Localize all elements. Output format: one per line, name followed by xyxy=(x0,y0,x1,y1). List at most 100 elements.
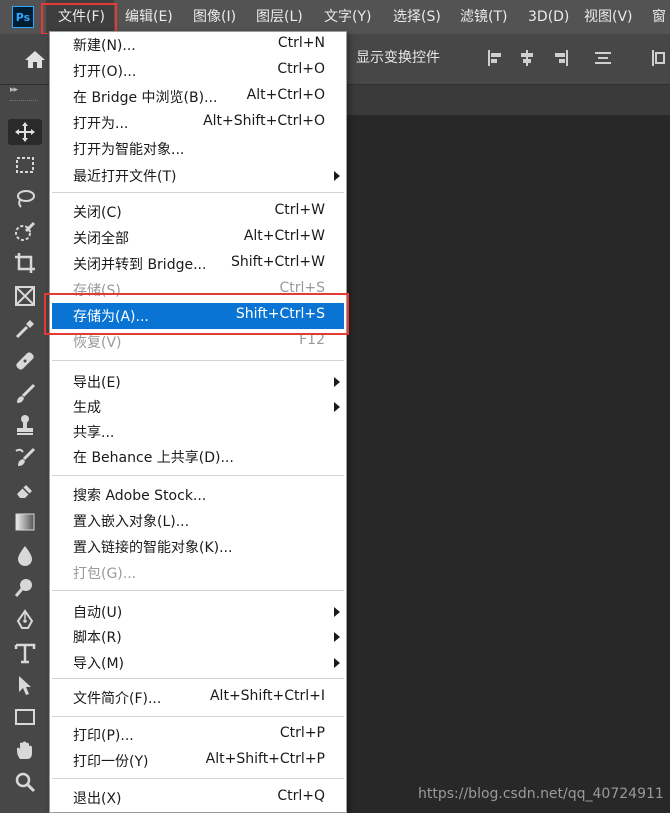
menu-item-export[interactable]: 导出(E) xyxy=(50,369,346,395)
menu-item-label: 打印一份(Y) xyxy=(73,754,149,770)
menu-item-share-on-behance[interactable]: 在 Behance 上共享(D)... xyxy=(50,444,346,470)
menu-filter[interactable]: 滤镜(T) xyxy=(460,0,507,34)
clone-stamp-tool-icon[interactable] xyxy=(12,412,38,438)
move-tool-icon[interactable] xyxy=(8,119,42,145)
menu-item-share[interactable]: 共享... xyxy=(50,419,346,445)
frame-tool-icon[interactable] xyxy=(12,283,38,309)
collapse-panel-icon[interactable]: ▸▸ xyxy=(10,85,18,95)
menu-item-search-adobe-stock[interactable]: 搜索 Adobe Stock... xyxy=(50,482,346,508)
menu-item-shortcut: Ctrl+P xyxy=(279,725,325,741)
menu-item-close-and-go-to-bridge[interactable]: 关闭并转到 Bridge... Shift+Ctrl+W xyxy=(50,251,346,277)
menu-item-label: 置入嵌入对象(L)... xyxy=(73,514,190,530)
menu-type[interactable]: 文字(Y) xyxy=(324,0,371,34)
menu-item-shortcut: Shift+Ctrl+W xyxy=(230,254,325,270)
menu-item-shortcut: Alt+Shift+Ctrl+O xyxy=(203,113,325,129)
submenu-arrow-icon xyxy=(334,402,340,412)
menu-item-label: 打印(P)... xyxy=(73,728,134,744)
menu-image[interactable]: 图像(I) xyxy=(193,0,236,34)
submenu-arrow-icon xyxy=(334,607,340,617)
menu-item-open-as-smart-object[interactable]: 打开为智能对象... xyxy=(50,136,346,162)
blur-tool-icon[interactable] xyxy=(12,542,38,568)
menu-item-label: 关闭并转到 Bridge... xyxy=(73,257,207,273)
menu-item-shortcut: Alt+Ctrl+O xyxy=(246,87,325,103)
submenu-arrow-icon xyxy=(334,377,340,387)
menu-item-label: 在 Bridge 中浏览(B)... xyxy=(73,90,218,106)
photoshop-logo: Ps xyxy=(12,6,34,28)
rectangle-tool-icon[interactable] xyxy=(12,704,38,730)
brush-tool-icon[interactable] xyxy=(12,381,38,407)
menu-separator xyxy=(52,192,344,193)
menu-item-label: 打开(O)... xyxy=(73,64,137,80)
menu-window[interactable]: 窗 xyxy=(652,0,666,34)
menu-item-automate[interactable]: 自动(U) xyxy=(50,599,346,625)
menu-item-print-one-copy[interactable]: 打印一份(Y) Alt+Shift+Ctrl+P xyxy=(50,748,346,774)
menu-item-shortcut: Alt+Shift+Ctrl+I xyxy=(209,688,325,704)
watermark-text: https://blog.csdn.net/qq_40724911 xyxy=(418,786,664,802)
menu-layer[interactable]: 图层(L) xyxy=(256,0,303,34)
align-vertical-icon[interactable] xyxy=(650,49,668,67)
lasso-tool-icon[interactable] xyxy=(12,186,38,212)
submenu-arrow-icon xyxy=(334,171,340,181)
dodge-tool-icon[interactable] xyxy=(12,574,38,600)
crop-tool-icon[interactable] xyxy=(12,250,38,276)
menu-item-new[interactable]: 新建(N)... Ctrl+N xyxy=(50,32,346,58)
menu-item-label: 导入(M) xyxy=(73,656,125,672)
menu-item-label: 搜索 Adobe Stock... xyxy=(73,488,207,504)
align-left-icon[interactable] xyxy=(486,49,504,67)
file-menu-dropdown: 新建(N)... Ctrl+N 打开(O)... Ctrl+O 在 Bridge… xyxy=(49,31,347,813)
annotation-highlight-save-as xyxy=(44,293,349,335)
menu-item-label: 打包(G)... xyxy=(73,566,137,582)
menu-item-label: 共享... xyxy=(73,425,115,441)
align-top-icon[interactable] xyxy=(594,49,612,67)
show-transform-controls-label[interactable]: 显示变换控件 xyxy=(356,47,440,67)
menu-item-close-all[interactable]: 关闭全部 Alt+Ctrl+W xyxy=(50,225,346,251)
healing-brush-tool-icon[interactable] xyxy=(12,348,38,374)
menu-item-label: 脚本(R) xyxy=(73,630,122,646)
menu-item-print[interactable]: 打印(P)... Ctrl+P xyxy=(50,722,346,748)
quick-selection-tool-icon[interactable] xyxy=(12,219,38,245)
menu-item-open-recent[interactable]: 最近打开文件(T) xyxy=(50,163,346,189)
home-icon[interactable] xyxy=(24,49,46,73)
menu-item-label: 打开为智能对象... xyxy=(73,142,185,158)
menu-item-label: 导出(E) xyxy=(73,375,121,391)
eraser-tool-icon[interactable] xyxy=(12,477,38,503)
menu-item-browse-in-bridge[interactable]: 在 Bridge 中浏览(B)... Alt+Ctrl+O xyxy=(50,84,346,110)
zoom-tool-icon[interactable] xyxy=(12,769,38,795)
pen-tool-icon[interactable] xyxy=(12,607,38,633)
menu-item-import[interactable]: 导入(M) xyxy=(50,650,346,676)
menu-item-place-embedded[interactable]: 置入嵌入对象(L)... xyxy=(50,508,346,534)
menu-item-open[interactable]: 打开(O)... Ctrl+O xyxy=(50,58,346,84)
menu-item-label: 自动(U) xyxy=(73,605,123,621)
align-right-icon[interactable] xyxy=(552,49,570,67)
menu-view[interactable]: 视图(V) xyxy=(584,0,633,34)
menu-select[interactable]: 选择(S) xyxy=(393,0,441,34)
panel-grip[interactable] xyxy=(10,100,38,103)
menu-item-shortcut: Ctrl+Q xyxy=(277,788,325,804)
menu-item-open-as[interactable]: 打开为... Alt+Shift+Ctrl+O xyxy=(50,110,346,136)
menu-item-label: 打开为... xyxy=(73,116,129,132)
hand-tool-icon[interactable] xyxy=(12,737,38,763)
align-center-icon[interactable] xyxy=(518,49,536,67)
menu-separator xyxy=(52,590,344,591)
menu-item-exit[interactable]: 退出(X) Ctrl+Q xyxy=(50,785,346,811)
rectangular-marquee-tool-icon[interactable] xyxy=(12,152,38,178)
menu-separator xyxy=(52,778,344,779)
menu-item-close[interactable]: 关闭(C) Ctrl+W xyxy=(50,199,346,225)
menu-item-label: 文件简介(F)... xyxy=(73,691,162,707)
menu-item-label: 退出(X) xyxy=(73,791,122,807)
eyedropper-tool-icon[interactable] xyxy=(12,316,38,342)
menu-edit[interactable]: 编辑(E) xyxy=(125,0,173,34)
menu-item-place-linked[interactable]: 置入链接的智能对象(K)... xyxy=(50,534,346,560)
menu-3d[interactable]: 3D(D) xyxy=(528,0,569,34)
path-selection-tool-icon[interactable] xyxy=(12,672,38,698)
history-brush-tool-icon[interactable] xyxy=(12,445,38,471)
submenu-arrow-icon xyxy=(334,632,340,642)
type-tool-icon[interactable] xyxy=(12,640,38,666)
gradient-tool-icon[interactable] xyxy=(12,509,38,535)
menu-separator xyxy=(52,678,344,679)
menu-item-label: 恢复(V) xyxy=(73,335,122,351)
menu-item-generate[interactable]: 生成 xyxy=(50,394,346,420)
menu-item-label: 生成 xyxy=(73,400,101,416)
menu-item-file-info[interactable]: 文件简介(F)... Alt+Shift+Ctrl+I xyxy=(50,685,346,711)
menu-item-scripts[interactable]: 脚本(R) xyxy=(50,624,346,650)
